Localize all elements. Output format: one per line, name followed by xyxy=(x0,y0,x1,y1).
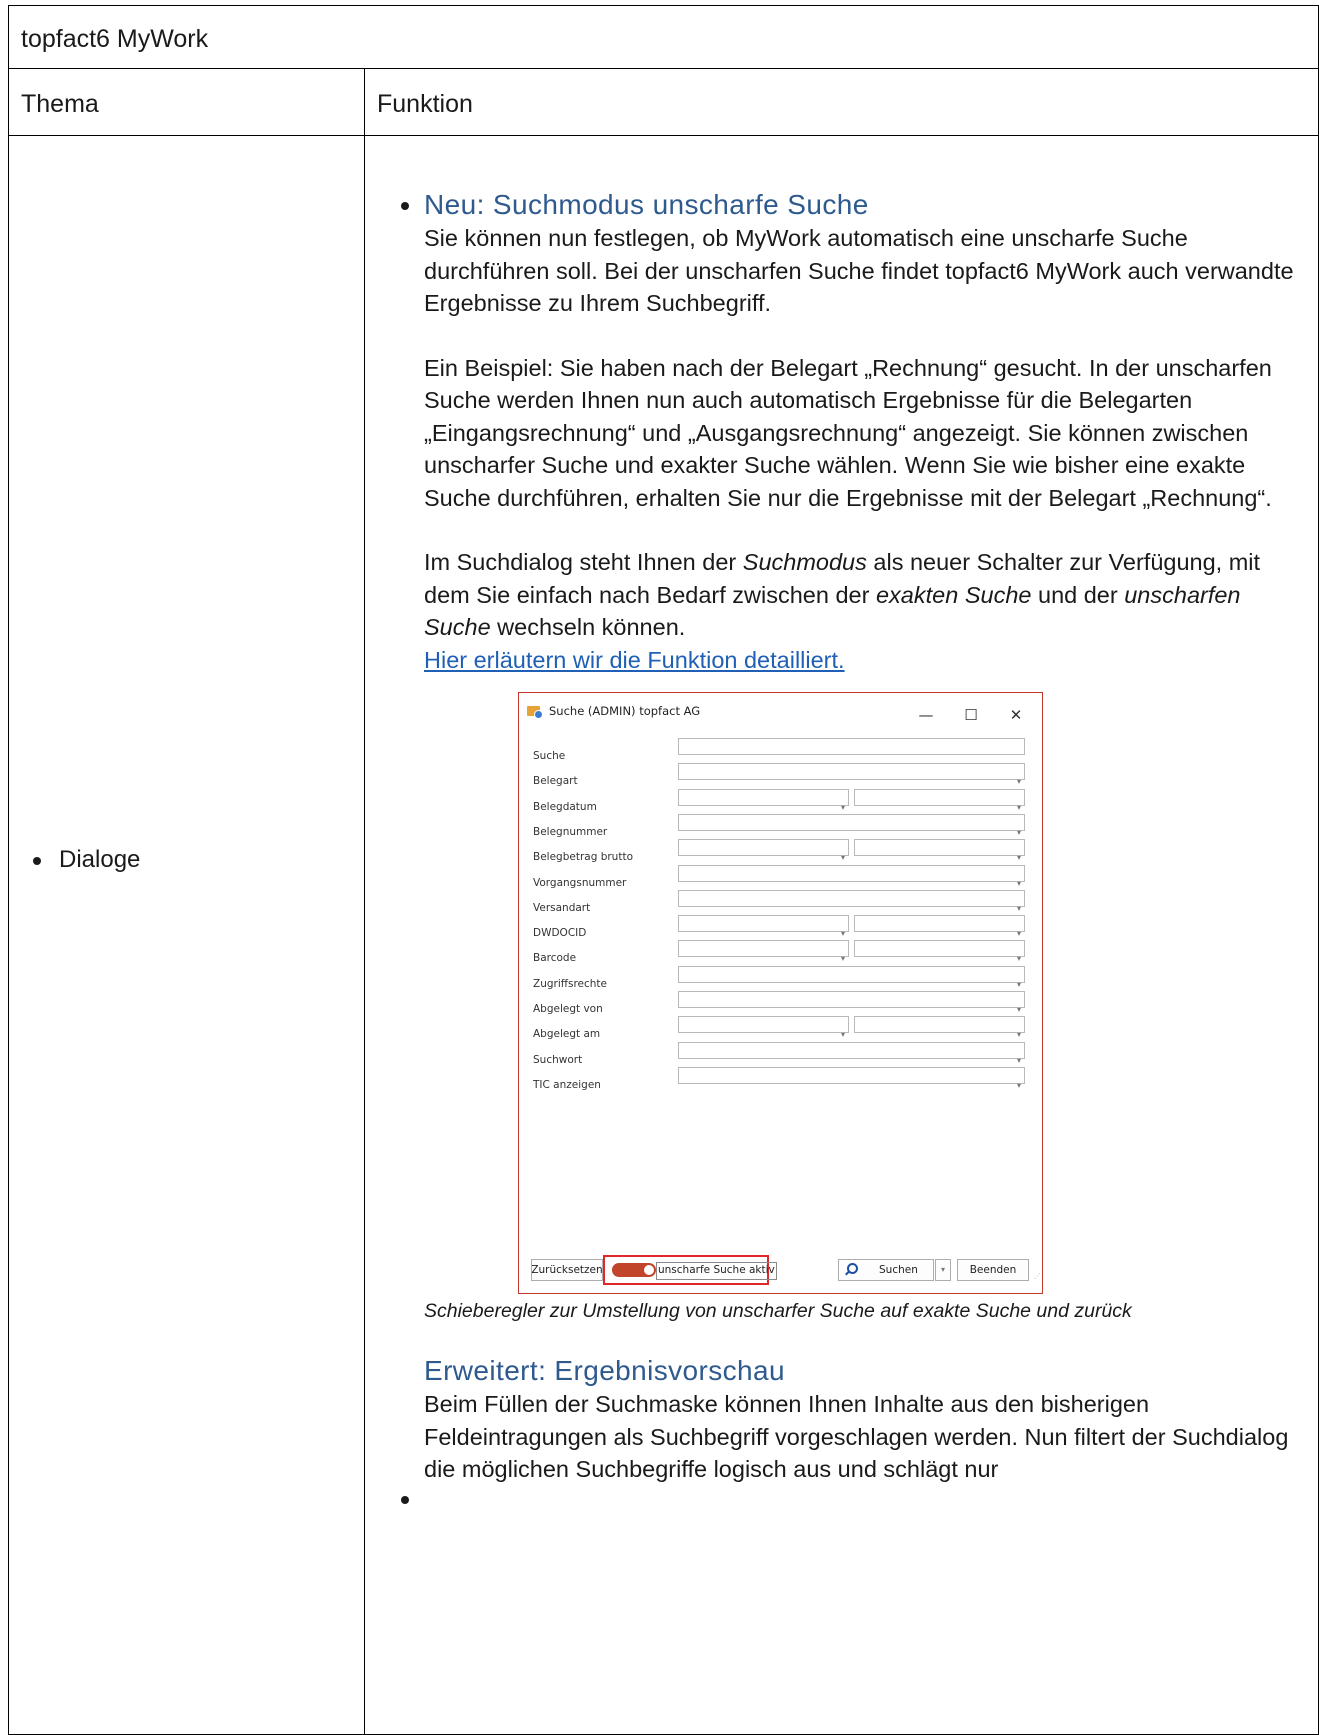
paragraph-dialog-info: Im Suchdialog steht Ihnen der Suchmodus … xyxy=(424,546,1304,644)
field-dropdown[interactable]: ▾ xyxy=(854,1016,1025,1039)
bullet-icon xyxy=(401,202,409,210)
field-dropdown[interactable]: ▾ xyxy=(678,889,1025,913)
text-span: Im Suchdialog steht Ihnen der xyxy=(424,549,743,575)
fuzzy-search-toggle[interactable] xyxy=(612,1263,656,1277)
column-header-thema: Thema xyxy=(21,90,99,118)
form-row: Suche xyxy=(533,738,1033,762)
text-span: wechseln können. xyxy=(490,614,686,640)
function-content: Neu: Suchmodus unscharfe Suche Sie könne… xyxy=(424,188,1304,1486)
field-dropdown[interactable]: ▾ xyxy=(678,1041,1025,1065)
field-dropdown[interactable]: ▾ xyxy=(678,1066,1025,1090)
form-row: DWDOCID ▾ ▾ xyxy=(533,915,1033,939)
field-dropdown[interactable]: ▾ xyxy=(678,864,1025,888)
search-dialog-screenshot: Suche (ADMIN) topfact AG — ☐ ✕ Suche Bele… xyxy=(518,692,1043,1294)
example-label: Ein Beispiel xyxy=(424,354,547,381)
field-dropdown[interactable]: ▾ xyxy=(678,991,1025,1014)
field-dropdown[interactable]: ▾ xyxy=(678,813,1025,837)
search-button-label: Suchen xyxy=(879,1263,918,1276)
field-dropdown[interactable]: ▾ xyxy=(678,763,1025,786)
bullet-icon xyxy=(401,1496,409,1504)
paragraph-preview: Beim Füllen der Suchmaske können Ihnen I… xyxy=(424,1391,1289,1482)
fuzzy-search-label: unscharfe Suche aktiv xyxy=(656,1262,777,1280)
text-span: und der xyxy=(1031,581,1125,608)
search-icon xyxy=(845,1263,858,1276)
form-row: Belegnummer ▾ xyxy=(533,813,1033,838)
resize-grip-icon[interactable]: ⋰ xyxy=(1034,1260,1041,1293)
form-row: Vorgangsnummer ▾ xyxy=(533,864,1033,889)
dialog-title: Suche (ADMIN) topfact AG xyxy=(549,703,701,718)
field-label: TIC anzeigen xyxy=(533,1078,601,1091)
reset-button[interactable]: Zurücksetzen xyxy=(531,1259,603,1281)
form-row: TIC anzeigen ▾ xyxy=(533,1066,1033,1091)
form-row: Abgelegt am ▾ ▾ xyxy=(533,1016,1033,1040)
paragraph-intro: Sie können nun festlegen, ob MyWork auto… xyxy=(424,225,1294,316)
form-row: Belegdatum ▾ ▾ xyxy=(533,788,1033,813)
field-dropdown[interactable]: ▾ xyxy=(678,1016,849,1039)
form-row: Belegbetrag brutto ▾ ▾ xyxy=(533,839,1033,863)
details-link[interactable]: Hier erläutern wir die Funktion detailli… xyxy=(424,647,845,673)
form-row: Zugriffsrechte ▾ xyxy=(533,965,1033,990)
field-dropdown[interactable]: ▾ xyxy=(678,915,849,938)
close-button[interactable]: Beenden xyxy=(957,1259,1029,1281)
field-dropdown[interactable]: ▾ xyxy=(678,788,849,812)
toggle-highlight: unscharfe Suche aktiv xyxy=(603,1255,777,1285)
function-cell: Neu: Suchmodus unscharfe Suche Sie könne… xyxy=(364,135,1319,1735)
dialog-titlebar: Suche (ADMIN) topfact AG xyxy=(527,701,700,721)
header-cell-thema: Thema xyxy=(8,68,365,136)
table-title-row: topfact6 MyWork xyxy=(8,5,1319,69)
minimize-icon[interactable]: — xyxy=(911,699,941,732)
term-suchmodus: Suchmodus xyxy=(742,549,867,575)
field-input[interactable] xyxy=(678,738,1025,755)
search-button[interactable]: Suchen xyxy=(838,1259,934,1281)
field-dropdown[interactable]: ▾ xyxy=(854,788,1025,812)
field-dropdown[interactable]: ▾ xyxy=(854,940,1025,963)
toggle-knob xyxy=(644,1265,654,1275)
maximize-icon[interactable]: ☐ xyxy=(956,699,986,732)
field-dropdown[interactable]: ▾ xyxy=(854,839,1025,862)
field-dropdown[interactable]: ▾ xyxy=(678,839,849,862)
document-table: topfact6 MyWork Thema Funktion Dialoge N… xyxy=(8,5,1319,1735)
example-text: : Sie haben nach der Belegart „Rechnung“… xyxy=(424,354,1272,511)
topic-label: Dialoge xyxy=(59,846,141,873)
screenshot-caption: Schieberegler zur Umstellung von unschar… xyxy=(424,1300,1132,1322)
table-title: topfact6 MyWork xyxy=(21,25,209,53)
paragraph-example: Ein Beispiel: Sie haben nach der Belegar… xyxy=(424,352,1304,515)
form-row: Suchwort ▾ xyxy=(533,1041,1033,1066)
field-dropdown[interactable]: ▾ xyxy=(678,940,849,963)
topic-cell: Dialoge xyxy=(8,135,365,1735)
form-row: Versandart ▾ xyxy=(533,889,1033,914)
form-row: Barcode ▾ ▾ xyxy=(533,940,1033,964)
app-icon xyxy=(527,703,543,719)
close-icon[interactable]: ✕ xyxy=(1001,699,1031,732)
section-title-suchmodus: Neu: Suchmodus unscharfe Suche xyxy=(424,189,869,220)
field-dropdown[interactable]: ▾ xyxy=(854,915,1025,938)
header-cell-funktion: Funktion xyxy=(364,68,1319,136)
column-header-funktion: Funktion xyxy=(377,90,473,118)
search-options-dropdown[interactable]: ▾ xyxy=(935,1259,951,1281)
field-dropdown[interactable]: ▾ xyxy=(678,965,1025,989)
form-row: Belegart ▾ xyxy=(533,763,1033,787)
section-title-ergebnisvorschau: Erweitert: Ergebnisvorschau xyxy=(424,1355,785,1386)
bullet-icon xyxy=(33,857,41,865)
chevron-down-icon: ▾ xyxy=(1016,1080,1021,1090)
term-exakte-suche: exakten Suche xyxy=(875,581,1032,608)
form-row: Abgelegt von ▾ xyxy=(533,991,1033,1015)
